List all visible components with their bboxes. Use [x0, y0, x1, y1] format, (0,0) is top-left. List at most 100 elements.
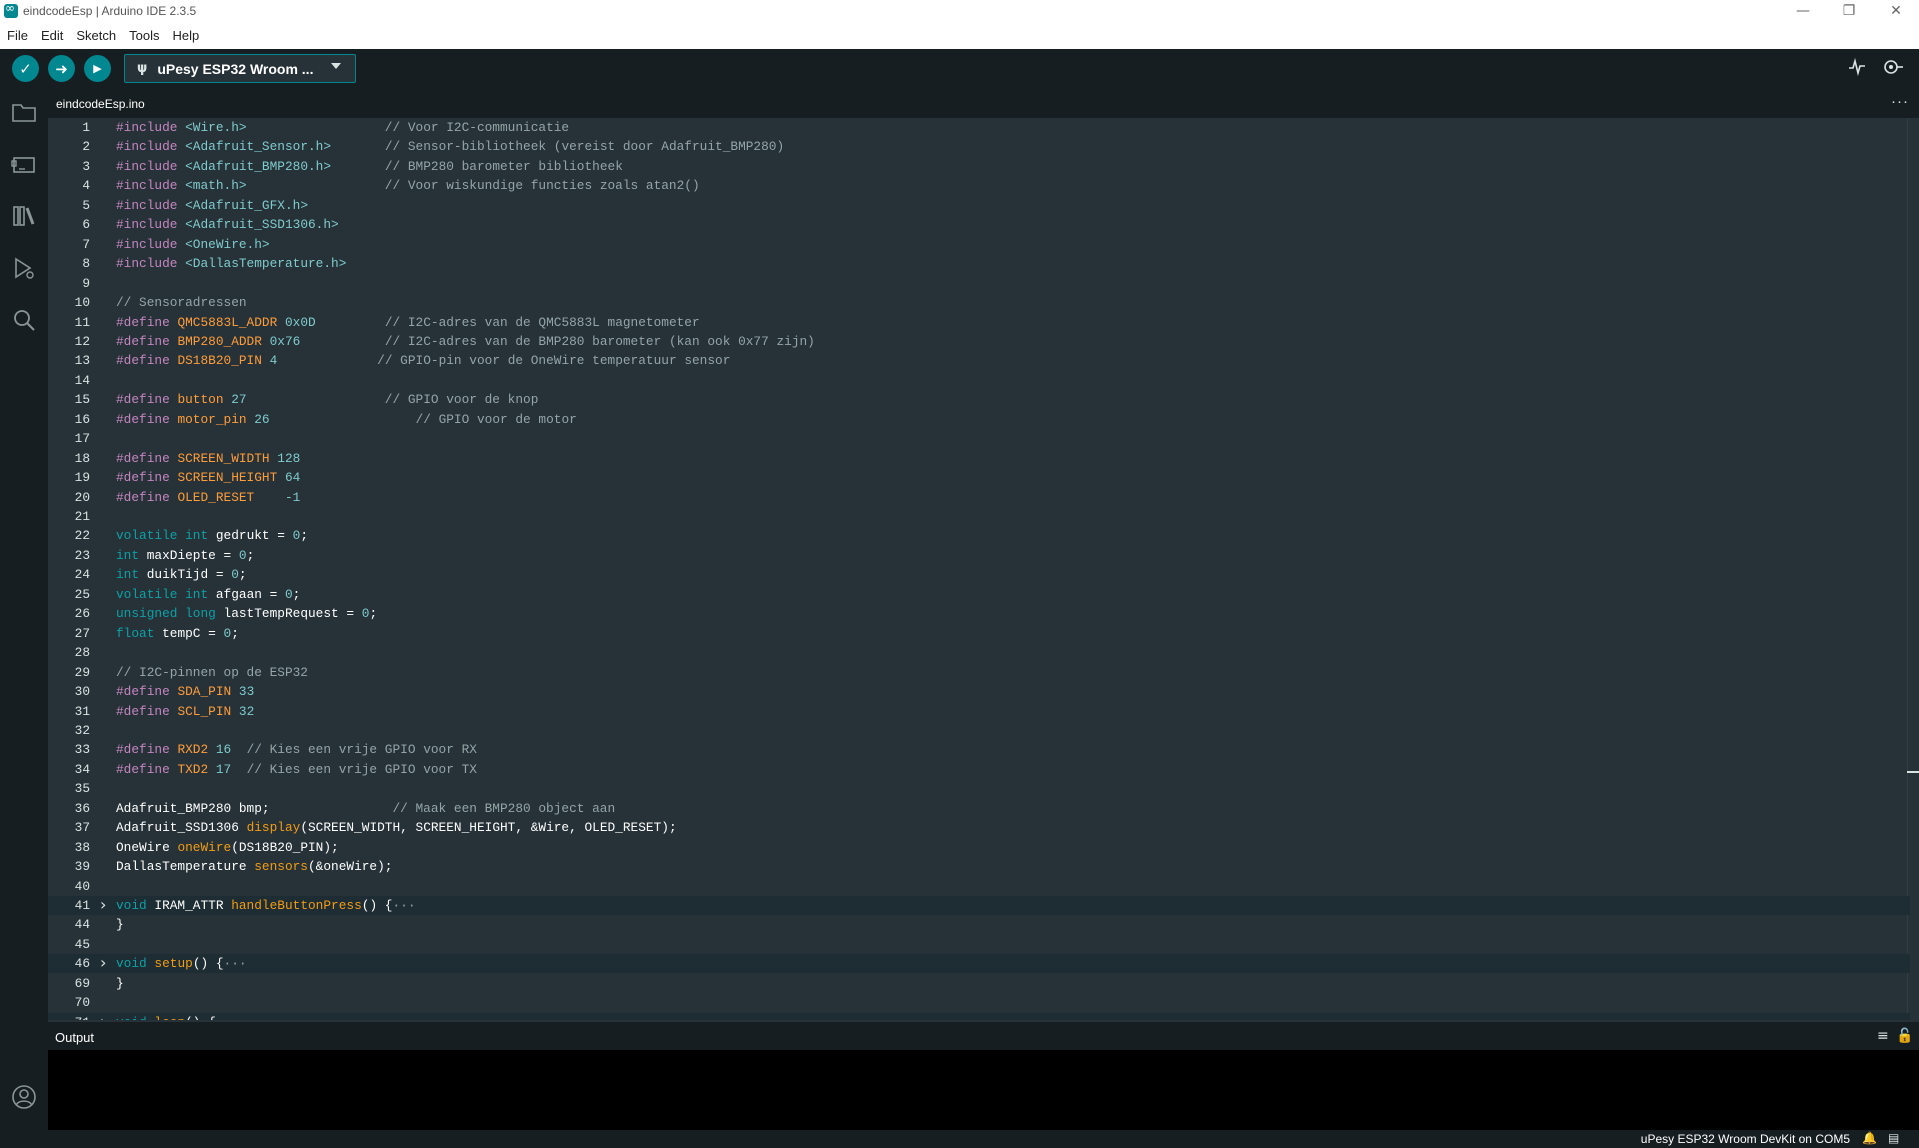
upload-button[interactable]: ➜	[48, 55, 75, 82]
line-number: 14	[74, 372, 90, 388]
code-line[interactable]: 28	[48, 643, 1910, 662]
code-line[interactable]: 69}	[48, 974, 1910, 993]
code-line[interactable]: 30 #define SDA_PIN 33	[48, 682, 1910, 701]
output-console[interactable]	[48, 1050, 1919, 1130]
debug-icon[interactable]	[10, 254, 38, 282]
code-line[interactable]: 18 #define SCREEN_WIDTH 128	[48, 449, 1910, 468]
code-line[interactable]: 3 #include <Adafruit_BMP280.h> // BMP280 …	[48, 157, 1910, 176]
status-board[interactable]: uPesy ESP32 Wroom DevKit on COM5	[1641, 1132, 1850, 1146]
library-manager-icon[interactable]	[10, 202, 38, 230]
panel-icon[interactable]: ▤	[1888, 1131, 1899, 1145]
chevron-right-icon[interactable]: ›	[100, 896, 106, 914]
menu-edit[interactable]: Edit	[41, 28, 63, 43]
code-line[interactable]: 41 › void IRAM_ATTR handleButtonPress() {·…	[48, 896, 1910, 915]
code-token: 26	[254, 411, 270, 427]
menu-tools[interactable]: Tools	[129, 28, 159, 43]
code-line[interactable]: 40	[48, 877, 1910, 896]
code-line[interactable]: 2 #include <Adafruit_Sensor.h> // Sensor-…	[48, 137, 1910, 156]
code-line[interactable]: 45	[48, 935, 1910, 954]
code-text: #define QMC5883L_ADDR 0x0D // I2C-adres …	[116, 313, 700, 332]
code-line[interactable]: 20 #define OLED_RESET -1	[48, 488, 1910, 507]
code-line[interactable]: 19 #define SCREEN_HEIGHT 64	[48, 468, 1910, 487]
line-number: 3	[82, 158, 90, 174]
code-line[interactable]: 39 DallasTemperature sensors(&oneWire);	[48, 857, 1910, 876]
code-token: // GPIO voor de knop	[384, 392, 539, 408]
debug-button[interactable]: ▶	[84, 55, 111, 82]
boards-manager-icon[interactable]	[10, 150, 38, 178]
code-editor[interactable]: 1 #include <Wire.h> // Voor I2C-communica…	[48, 118, 1919, 1020]
code-line[interactable]: 12 #define BMP280_ADDR 0x76 // I2C-adres …	[48, 332, 1910, 351]
code-line[interactable]: 33 #define RXD2 16 // Kies een vrije GPIO…	[48, 740, 1910, 759]
code-line[interactable]: 70	[48, 993, 1910, 1012]
menu-help[interactable]: Help	[172, 28, 199, 43]
clear-output-icon[interactable]: ≡	[1877, 1028, 1889, 1044]
tab-eindcodeesp[interactable]: eindcodeEsp.ino	[48, 88, 155, 118]
code-line[interactable]: 24 int duikTijd = 0;	[48, 565, 1910, 584]
bell-icon[interactable]: 🔔	[1862, 1131, 1877, 1145]
code-line[interactable]: 44}	[48, 915, 1910, 934]
chevron-right-icon[interactable]: ›	[100, 954, 106, 972]
line-number: 4	[82, 178, 90, 194]
code-line[interactable]: 38 OneWire oneWire(DS18B20_PIN);	[48, 838, 1910, 857]
code-line[interactable]: 7 #include <OneWire.h>	[48, 235, 1910, 254]
code-line[interactable]: 46 › void setup() {···	[48, 954, 1910, 974]
debug-icon: ▶	[93, 62, 102, 75]
code-line[interactable]: 15 #define button 27 // GPIO voor de knop	[48, 390, 1910, 409]
maximize-icon[interactable]: ❐	[1826, 0, 1872, 22]
sketchbook-icon[interactable]	[10, 98, 38, 126]
menu-file[interactable]: File	[7, 28, 28, 43]
line-number: 25	[74, 586, 90, 602]
code-line[interactable]: 5 #include <Adafruit_GFX.h>	[48, 196, 1910, 215]
more-actions-icon[interactable]: ···	[1891, 93, 1909, 110]
code-line[interactable]: 26 unsigned long lastTempRequest = 0;	[48, 604, 1910, 623]
code-line[interactable]: 10 // Sensoradressen	[48, 293, 1910, 312]
code-line[interactable]: 22 volatile int gedrukt = 0;	[48, 526, 1910, 545]
menu-sketch[interactable]: Sketch	[76, 28, 116, 43]
code-token: SCREEN_WIDTH	[177, 450, 270, 466]
code-line[interactable]: 31 #define SCL_PIN 32	[48, 702, 1910, 721]
line-number: 12	[74, 333, 90, 349]
board-selector[interactable]: ψ uPesy ESP32 Wroom ...	[124, 54, 356, 83]
code-line[interactable]: 8 #include <DallasTemperature.h>	[48, 254, 1910, 273]
code-line[interactable]: 36 Adafruit_BMP280 bmp; // Maak een BMP28…	[48, 799, 1910, 818]
code-line[interactable]: 71 › void loop() {···	[48, 1012, 1910, 1020]
code-text: int maxDiepte = 0;	[116, 546, 254, 565]
serial-monitor-icon[interactable]	[1882, 58, 1904, 81]
account-icon[interactable]	[10, 1083, 38, 1111]
code-line[interactable]: 9	[48, 274, 1910, 293]
code-token: #include	[116, 197, 186, 213]
chevron-right-icon[interactable]: ›	[100, 1012, 106, 1020]
serial-plotter-icon[interactable]	[1848, 57, 1866, 81]
code-line[interactable]: 21	[48, 507, 1910, 526]
code-line[interactable]: 1 #include <Wire.h> // Voor I2C-communica…	[48, 118, 1910, 137]
output-panel-header: Output ≡ 🔓	[48, 1020, 1919, 1050]
verify-button[interactable]: ✓	[12, 55, 39, 82]
code-line[interactable]: 32	[48, 721, 1910, 740]
code-line[interactable]: 14	[48, 371, 1910, 390]
code-line[interactable]: 17	[48, 429, 1910, 448]
code-line[interactable]: 16 #define motor_pin 26 // GPIO voor de m…	[48, 410, 1910, 429]
code-line[interactable]: 23 int maxDiepte = 0;	[48, 546, 1910, 565]
minimize-icon[interactable]: —	[1780, 0, 1826, 22]
code-line[interactable]: 25 volatile int afgaan = 0;	[48, 585, 1910, 604]
code-token: setup	[154, 956, 193, 972]
code-line[interactable]: 6 #include <Adafruit_SSD1306.h>	[48, 215, 1910, 234]
code-line[interactable]: 35	[48, 779, 1910, 798]
close-icon[interactable]: ✕	[1873, 0, 1919, 22]
code-line[interactable]: 29 // I2C-pinnen op de ESP32	[48, 663, 1910, 682]
code-line[interactable]: 27 float tempC = 0;	[48, 624, 1910, 643]
line-number: 44	[74, 917, 90, 933]
lock-icon[interactable]: 🔓	[1896, 1028, 1913, 1044]
code-line[interactable]: 4 #include <math.h> // Voor wiskundige fu…	[48, 176, 1910, 195]
code-line[interactable]: 13 #define DS18B20_PIN 4 // GPIO-pin voor…	[48, 351, 1910, 370]
code-line[interactable]: 11 #define QMC5883L_ADDR 0x0D // I2C-adre…	[48, 313, 1910, 332]
code-text: #include <Adafruit_GFX.h>	[116, 196, 308, 215]
code-token: SCL_PIN	[177, 703, 232, 719]
search-icon[interactable]	[10, 306, 38, 334]
code-line[interactable]: 34 #define TXD2 17 // Kies een vrije GPIO…	[48, 760, 1910, 779]
code-line[interactable]: 37 Adafruit_SSD1306 display(SCREEN_WIDTH,…	[48, 818, 1910, 837]
